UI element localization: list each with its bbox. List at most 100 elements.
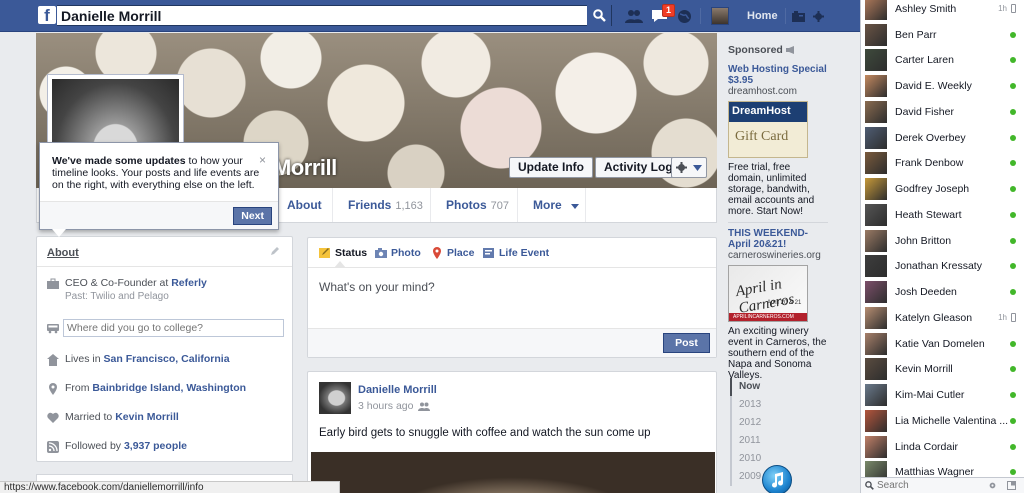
friend-name: Ben Parr [895, 28, 937, 41]
ad-dreamhost-image[interactable]: DreamHost Gift Card [728, 101, 808, 158]
chat-friend-item[interactable]: Katie Van Domelen [861, 331, 1024, 357]
tab-photos[interactable]: Photos 707 [430, 188, 524, 222]
chat-friend-item[interactable]: Jonathan Kressaty [861, 254, 1024, 280]
chat-friend-item[interactable]: Kim-Mai Cutler [861, 382, 1024, 408]
ad-dreamhost-body[interactable]: Free trial, free domain, unlimited stora… [728, 162, 828, 217]
profile-name[interactable]: Morrill [273, 155, 337, 181]
work-company-link[interactable]: Referly [171, 277, 207, 289]
chat-friend-item[interactable]: David Fisher [861, 99, 1024, 125]
timeline-year-nav: Now 2013 2012 2011 2010 2009 [730, 378, 766, 486]
chat-friend-item[interactable]: Lia Michelle Valentina ... [861, 408, 1024, 434]
online-status-dot [1010, 83, 1016, 90]
chat-friend-item[interactable]: Carter Laren [861, 48, 1024, 74]
close-icon[interactable]: × [259, 153, 266, 167]
post-button[interactable]: Post [663, 333, 710, 353]
story-photo[interactable] [311, 452, 715, 493]
friend-avatar [865, 75, 887, 98]
story-timestamp[interactable]: 3 hours ago [358, 400, 431, 412]
search-input[interactable] [57, 6, 577, 25]
friend-avatar [865, 306, 887, 329]
home-link[interactable]: Home [747, 10, 778, 22]
composer-tab-life-event[interactable]: Life Event [483, 247, 549, 259]
chat-friend-item[interactable]: Ashley Smith 1h [861, 0, 1024, 22]
friend-avatar [865, 281, 887, 304]
about-panel: About [36, 236, 293, 462]
tooltip-next-button[interactable]: Next [233, 207, 272, 225]
timeline-year[interactable]: 2013 [730, 396, 766, 414]
chat-friend-item[interactable]: David E. Weekly [861, 73, 1024, 99]
composer-input[interactable]: What's on your mind? [319, 280, 435, 294]
tab-friends[interactable]: Friends 1,163 [332, 188, 438, 222]
chat-sidebar: Ashley Smith 1h Ben Parr Carter Laren David … [860, 0, 1024, 493]
chat-friend-item[interactable]: Ben Parr [861, 22, 1024, 48]
online-status-dot [1010, 443, 1016, 450]
chat-search-input[interactable] [877, 480, 977, 491]
composer-tab-photo[interactable]: Photo [375, 247, 421, 259]
ad-dreamhost-title[interactable]: Web Hosting Special $3.95 [728, 64, 828, 86]
composer-tabs: Status Photo Place Life Event [308, 238, 716, 268]
pencil-icon[interactable] [271, 246, 280, 258]
about-title[interactable]: About [47, 247, 79, 259]
ad-carneros-title[interactable]: THIS WEEKEND- April 20&21! [728, 228, 828, 250]
privacy-shortcuts-icon[interactable] [791, 6, 805, 26]
chat-friend-item[interactable]: John Britton [861, 228, 1024, 254]
timeline-year[interactable]: 2012 [730, 414, 766, 432]
facebook-logo[interactable]: f [38, 6, 56, 24]
search-button[interactable] [587, 5, 611, 26]
chat-friend-item[interactable]: Derek Overbey [861, 125, 1024, 151]
update-info-button[interactable]: Update Info [509, 157, 593, 178]
chat-friend-item[interactable]: Heath Stewart [861, 202, 1024, 228]
chat-friend-item[interactable]: Kevin Morrill [861, 357, 1024, 383]
mobile-icon [1011, 313, 1016, 323]
chat-friend-item[interactable]: Linda Cordair [861, 434, 1024, 460]
timeline-year[interactable]: 2009 [730, 468, 766, 486]
friend-name: Kim-Mai Cutler [895, 389, 965, 402]
activity-log-button[interactable]: Activity Log [595, 157, 682, 178]
settings-gear-icon[interactable] [812, 6, 824, 26]
profile-options-button[interactable] [671, 157, 707, 178]
friend-avatar [865, 203, 887, 226]
online-status-dot [1010, 31, 1016, 38]
profile-avatar-button[interactable] [711, 7, 729, 25]
composer-tab-status[interactable]: Status [319, 247, 367, 259]
ad-carneros-body[interactable]: An exciting winery event in Carneros, th… [728, 326, 828, 381]
hometown-link[interactable]: Bainbridge Island, Washington [92, 382, 246, 394]
friend-name: David E. Weekly [895, 80, 972, 93]
chat-friend-item[interactable]: Katelyn Gleason 1h [861, 305, 1024, 331]
followers-link[interactable]: 3,937 people [124, 440, 187, 452]
chat-popout-icon[interactable] [1007, 481, 1016, 490]
composer-tab-place[interactable]: Place [431, 247, 474, 259]
friend-name: Katie Van Domelen [895, 337, 985, 350]
chat-friend-item[interactable]: Josh Deeden [861, 279, 1024, 305]
search-icon [865, 481, 874, 490]
chat-friend-item[interactable]: Godfrey Joseph [861, 176, 1024, 202]
friend-avatar [865, 23, 887, 46]
timeline-year[interactable]: 2011 [730, 432, 766, 450]
browser-status-bar: https://www.facebook.com/daniellemorrill… [0, 481, 340, 493]
tab-about[interactable]: About [272, 188, 337, 222]
tab-more[interactable]: More [517, 188, 594, 222]
idle-time-label: 1h [998, 4, 1007, 14]
itunes-icon[interactable] [762, 465, 792, 493]
ad-carneros-url[interactable]: carneroswineries.org [728, 250, 828, 261]
about-lives: Lives in San Francisco, California [47, 353, 230, 366]
chat-options-gear-icon[interactable] [988, 481, 997, 490]
search-box[interactable] [57, 5, 612, 26]
story-author-name[interactable]: Danielle Morrill [358, 384, 437, 396]
spouse-link[interactable]: Kevin Morrill [115, 411, 179, 423]
friend-avatar [865, 229, 887, 252]
chat-friend-item[interactable]: Frank Denbow [861, 151, 1024, 177]
ad-carneros-image[interactable]: April in Carneros April 20 & 21 APRILINC… [728, 265, 808, 322]
story-author-avatar[interactable] [319, 382, 351, 414]
timeline-year[interactable]: 2010 [730, 450, 766, 468]
briefcase-icon [47, 278, 59, 289]
friend-requests-icon[interactable] [625, 6, 643, 26]
friend-avatar [865, 126, 887, 149]
friend-name: Josh Deeden [895, 286, 957, 299]
current-city-link[interactable]: San Francisco, California [104, 353, 230, 365]
college-input[interactable] [63, 319, 284, 337]
map-pin-icon [433, 247, 441, 259]
notifications-globe-icon[interactable] [676, 6, 692, 26]
ad-dreamhost-url[interactable]: dreamhost.com [728, 86, 828, 97]
friend-name: Lia Michelle Valentina ... [895, 414, 1009, 427]
